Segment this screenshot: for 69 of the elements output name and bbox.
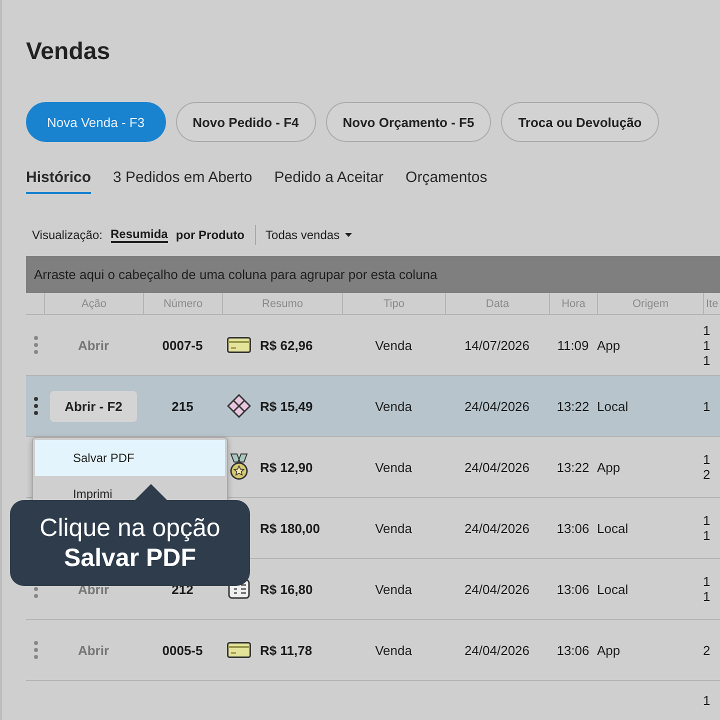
view-option[interactable]: Resumida bbox=[110, 227, 168, 243]
table-cell: Local bbox=[597, 398, 628, 414]
table-cell: 24/04/2026 bbox=[464, 582, 530, 596]
tooltip-text: Salvar PDF bbox=[64, 543, 196, 573]
card-icon bbox=[227, 337, 251, 353]
table-cell: Venda bbox=[375, 398, 412, 414]
filter-dropdown[interactable]: Todas vendas bbox=[266, 228, 352, 242]
table-cell: 24/04/2026 bbox=[464, 642, 530, 658]
view-option[interactable]: por Produto bbox=[176, 228, 245, 242]
action-button[interactable]: Nova Venda - F3 bbox=[26, 102, 166, 142]
table-cell: 13:06 bbox=[556, 642, 590, 658]
table-cell: 215 bbox=[172, 398, 194, 414]
tooltip-text: Clique na opção bbox=[40, 513, 220, 543]
table-cell: 14/07/2026 bbox=[464, 338, 530, 352]
page-title: Vendas bbox=[26, 37, 112, 66]
table-cell: 1 bbox=[703, 528, 710, 543]
tab[interactable]: 3 Pedidos em Aberto bbox=[113, 169, 252, 194]
table-cell: 1 bbox=[703, 338, 710, 352]
tab[interactable]: Pedido a Aceitar bbox=[274, 169, 384, 194]
table-cell: Venda bbox=[375, 460, 412, 474]
table-cell: 24/04/2026 bbox=[464, 460, 530, 474]
action-button[interactable]: Troca ou Devolução bbox=[501, 102, 659, 142]
more-icon[interactable] bbox=[34, 397, 38, 415]
table-cell: 13:06 bbox=[556, 520, 590, 536]
table-cell: Venda bbox=[375, 520, 412, 536]
table-cell: R$ 15,49 bbox=[260, 398, 313, 414]
table-cell: 24/04/2026 bbox=[464, 520, 530, 536]
table-cell: 1 bbox=[703, 574, 710, 589]
table-cell: R$ 16,80 bbox=[260, 582, 313, 596]
table-cell: R$ 180,00 bbox=[260, 520, 320, 536]
menu-item[interactable]: Salvar PDF bbox=[35, 440, 225, 476]
tab[interactable]: Histórico bbox=[26, 169, 92, 194]
table-cell: 13:06 bbox=[556, 582, 590, 596]
action-button[interactable]: Novo Orçamento - F5 bbox=[326, 102, 492, 142]
table-cell: App bbox=[597, 460, 620, 474]
table-cell: Venda bbox=[375, 642, 412, 658]
card-icon bbox=[227, 642, 251, 658]
medal-icon bbox=[228, 453, 250, 481]
action-button[interactable]: Novo Pedido - F4 bbox=[176, 102, 316, 142]
table-cell: App bbox=[597, 642, 620, 658]
table-cell: App bbox=[597, 338, 620, 352]
table-cell: 2 bbox=[703, 467, 710, 482]
table-cell: Venda bbox=[375, 338, 412, 352]
group-bar: Arraste aqui o cabeçalho de uma coluna para agrupar por esta coluna bbox=[26, 256, 720, 293]
table-cell: 1 bbox=[703, 322, 710, 338]
caret-icon bbox=[344, 233, 352, 237]
table-cell: 1 bbox=[703, 693, 710, 708]
table-cell: 1 bbox=[703, 589, 710, 604]
table-cell: 13:22 bbox=[556, 398, 590, 414]
table-cell: 24/04/2026 bbox=[464, 398, 530, 414]
table-cell: 13:22 bbox=[556, 460, 590, 474]
table-cell: 0005-5 bbox=[162, 642, 203, 658]
table-cell: R$ 11,78 bbox=[260, 642, 312, 658]
table-cell: 1 bbox=[703, 452, 710, 467]
table-cell: 1 bbox=[703, 513, 710, 528]
table-cell: Local bbox=[597, 582, 628, 596]
diamond-icon bbox=[227, 394, 251, 418]
table-cell: R$ 12,90 bbox=[260, 460, 313, 474]
table-cell: 11:09 bbox=[557, 338, 589, 352]
table-cell: Venda bbox=[375, 582, 412, 596]
table-cell: 1 bbox=[703, 398, 710, 414]
table-cell: 1 bbox=[703, 352, 710, 368]
table-cell: 0007-5 bbox=[162, 338, 203, 352]
table-cell: Local bbox=[597, 520, 628, 536]
view-label: Visualização: bbox=[32, 228, 102, 242]
open-button[interactable]: Abrir - F2 bbox=[50, 390, 138, 422]
tab[interactable]: Orçamentos bbox=[406, 169, 488, 194]
table-cell: 2 bbox=[703, 642, 710, 658]
table-cell: R$ 62,96 bbox=[260, 338, 313, 352]
